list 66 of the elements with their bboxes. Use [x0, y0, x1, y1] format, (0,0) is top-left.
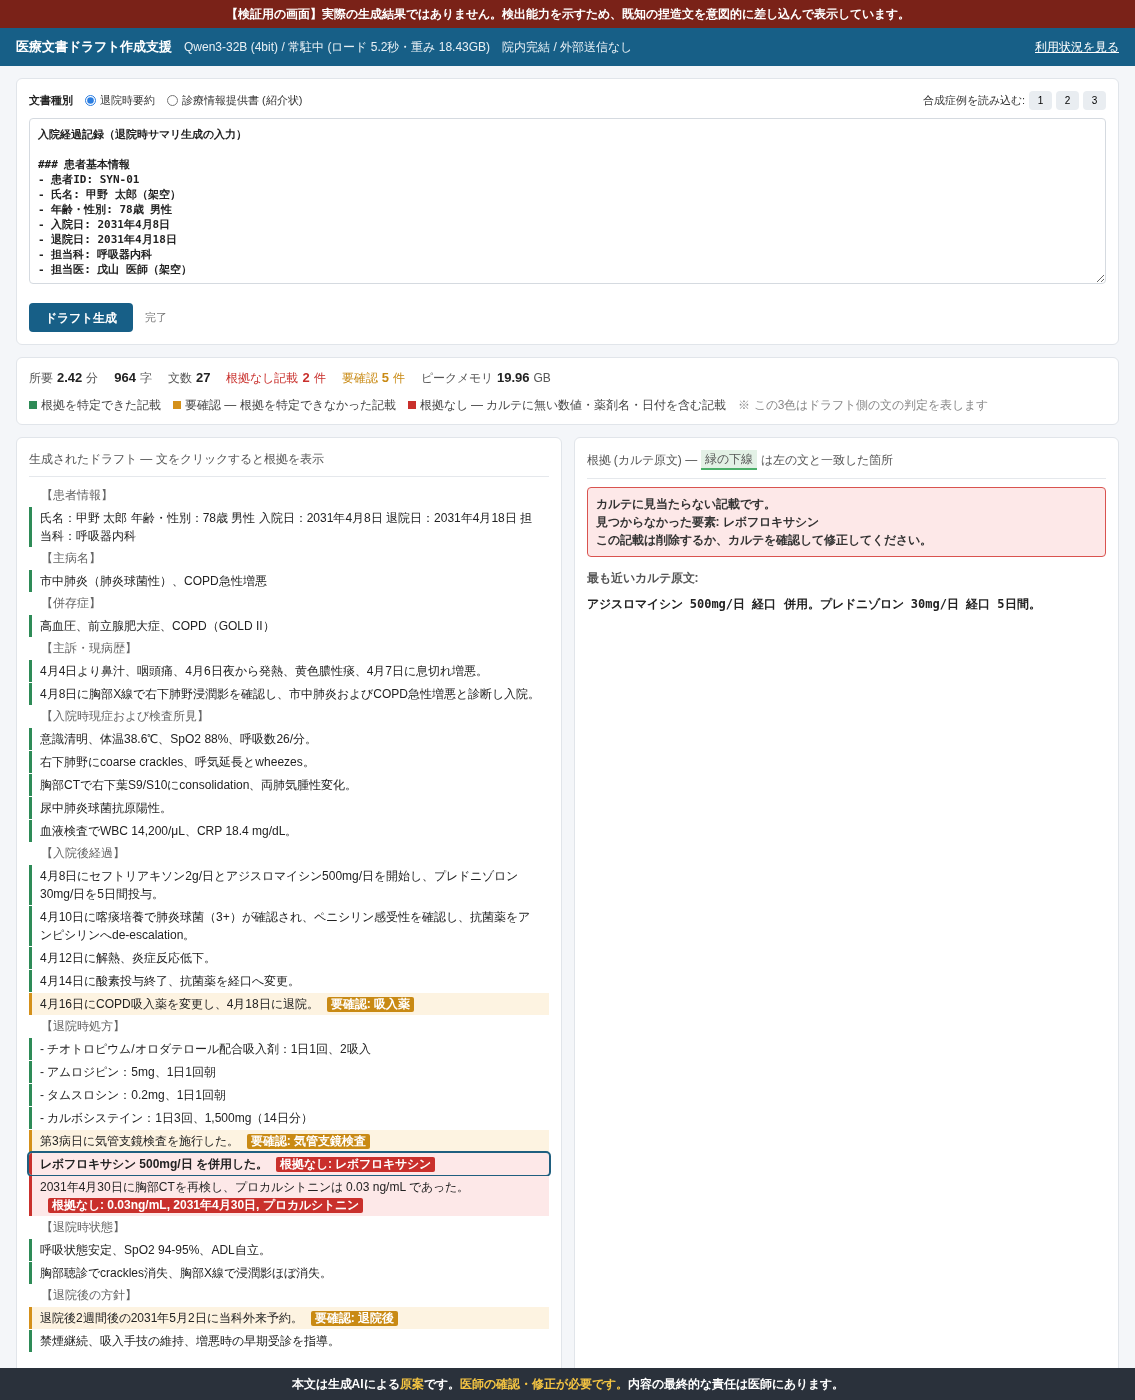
status-tag: 要確認: 退院後 — [310, 1310, 399, 1326]
generate-button[interactable]: ドラフト生成 — [29, 303, 133, 332]
status-tag: 要確認: 吸入薬 — [326, 996, 415, 1012]
panel-title-suffix: は左の文と一致した箇所 — [761, 451, 894, 469]
sample-button[interactable]: 1 — [1029, 91, 1052, 110]
sample-button[interactable]: 3 — [1083, 91, 1106, 110]
stat-label: 要確認 — [341, 370, 378, 387]
legend-label: 根拠を特定できた記載 — [41, 396, 161, 414]
record-input[interactable]: 入院経過記録（退院時サマリ生成の入力） ### 患者基本情報 - 患者ID: SYN-01 - 氏名: 甲野 太郎（架空） - 年齢・性別: 78歳 男性 - 入院日: 2031年4月8日 - 退院日: 2031年4月18日 - 担当科: 呼吸器内科 - 担当医: 戊山 医師（架空） — [29, 118, 1106, 284]
legend-label: 根拠なし — カルテに無い数値・薬剤名・日付を含む記載 — [419, 396, 727, 414]
nearest-label: 最も近いカルテ原文: — [586, 569, 700, 587]
stat-unit: 字 — [140, 370, 152, 387]
section-heading: 【併存症】 — [40, 594, 102, 612]
security-note: 院内完結 / 外部送信なし — [502, 39, 633, 56]
section-heading: 【入院後経過】 — [40, 844, 126, 862]
draft-sentence[interactable]: レボフロキサシン 500mg/日 を併用した。 根拠なし: レボフロキサシン — [29, 1152, 549, 1175]
draft-sentence[interactable]: 退院後2週間後の2031年5月2日に当科外来予約。 要確認: 退院後 — [29, 1306, 549, 1329]
stat-value: 964 — [114, 369, 136, 387]
generation-status: 完了 — [145, 310, 167, 326]
highlight-sample: 緑の下線 — [701, 449, 758, 470]
alert-text: 見つからなかった要素: レボフロキサシン — [595, 513, 820, 530]
section-heading: 【主訴・現病歴】 — [40, 639, 138, 657]
stat-value: 19.96 — [496, 369, 530, 387]
legend-note: ※ この3色はドラフト側の文の判定を表します — [738, 396, 989, 414]
section-heading: 【入院時現症および検査所見】 — [40, 707, 210, 725]
sample-button[interactable]: 2 — [1056, 91, 1079, 110]
panel-title: 根拠 (カルテ原文) — — [586, 451, 698, 469]
doc-type-label: 文書種別 — [29, 93, 73, 109]
alert-text: カルテに見当たらない記載です。 — [595, 495, 777, 512]
stat-unit: GB — [533, 370, 551, 387]
stat-unit: 件 — [313, 370, 326, 387]
status-tag: 要確認: 気管支鏡検査 — [246, 1133, 371, 1149]
section-heading: 【退院時状態】 — [40, 1218, 126, 1236]
radio-label[interactable]: 退院時要約 — [100, 92, 155, 109]
warning-banner: 【検証用の画面】実際の生成結果ではありません。検出能力を示すため、既知の捏造文を意図的に差し込んで表示しています。 — [0, 0, 1135, 28]
draft-sentence[interactable]: 4月16日にCOPD吸入薬を変更し、4月18日に退院。 要確認: 吸入薬 — [29, 992, 549, 1015]
status-tag: 根拠なし: 0.03ng/mL, 2031年4月30日, プロカルシトニン — [48, 1197, 363, 1213]
stat-label: 所要 — [29, 370, 53, 387]
legend-label: 要確認 — 根拠を特定できなかった記載 — [185, 396, 396, 414]
app-title: 医療文書ドラフト作成支援 — [16, 38, 172, 57]
nearest-record-text: アジスロマイシン 500mg/日 経口 併用。プレドニゾロン 30mg/日 経口 5日間。 — [586, 595, 1042, 613]
radio-label[interactable]: 診療情報提供書 (紹介状) — [182, 92, 303, 109]
stat-label: 文数 — [168, 370, 192, 387]
section-heading: 【退院後の方針】 — [40, 1286, 138, 1304]
alert-text: この記載は削除するか、カルテを確認して修正してください。 — [595, 531, 933, 548]
section-heading: 【主病名】 — [40, 549, 102, 567]
stat-unit: 件 — [392, 370, 405, 387]
section-heading: 【退院時処方】 — [40, 1017, 126, 1035]
stat-label: ピークメモリ — [420, 370, 493, 387]
stat-value: 2 — [302, 369, 310, 387]
status-tag: 根拠なし: レボフロキサシン — [276, 1156, 436, 1172]
stat-value: 5 — [381, 369, 389, 387]
stat-value: 27 — [196, 369, 211, 387]
samples-label: 合成症例を読み込む: — [922, 93, 1025, 109]
radio-button[interactable] — [85, 95, 96, 106]
usage-link[interactable]: 利用状況を見る — [1035, 38, 1119, 56]
stat-unit: 分 — [86, 370, 99, 387]
draft-sentence[interactable]: 第3病日に気管支鏡検査を施行した。 要確認: 気管支鏡検査 — [29, 1129, 549, 1152]
draft-sentence[interactable]: 2031年4月30日に胸部CTを再検し、プロカルシトニンは 0.03 ng/mL であった。 根拠なし: 0.03ng/mL, 2031年4月30日, プロカルシトニン — [29, 1175, 549, 1216]
stat-value: 2.42 — [57, 369, 83, 387]
section-heading: 【患者情報】 — [40, 486, 114, 504]
radio-button[interactable] — [167, 95, 178, 106]
panel-title: 生成されたドラフト — 文をクリックすると根拠を表示 — [29, 449, 549, 477]
model-status: Qwen3-32B (4bit) / 常駐中 (ロード 5.2秒・重み 18.43GB) — [184, 39, 491, 56]
stat-label: 根拠なし記載 — [226, 370, 299, 387]
disclaimer-footer: 本文は生成AIによる原案です。医師の確認・修正が必要です。内容の最終的な責任は医師にあります。 — [0, 1368, 1135, 1400]
